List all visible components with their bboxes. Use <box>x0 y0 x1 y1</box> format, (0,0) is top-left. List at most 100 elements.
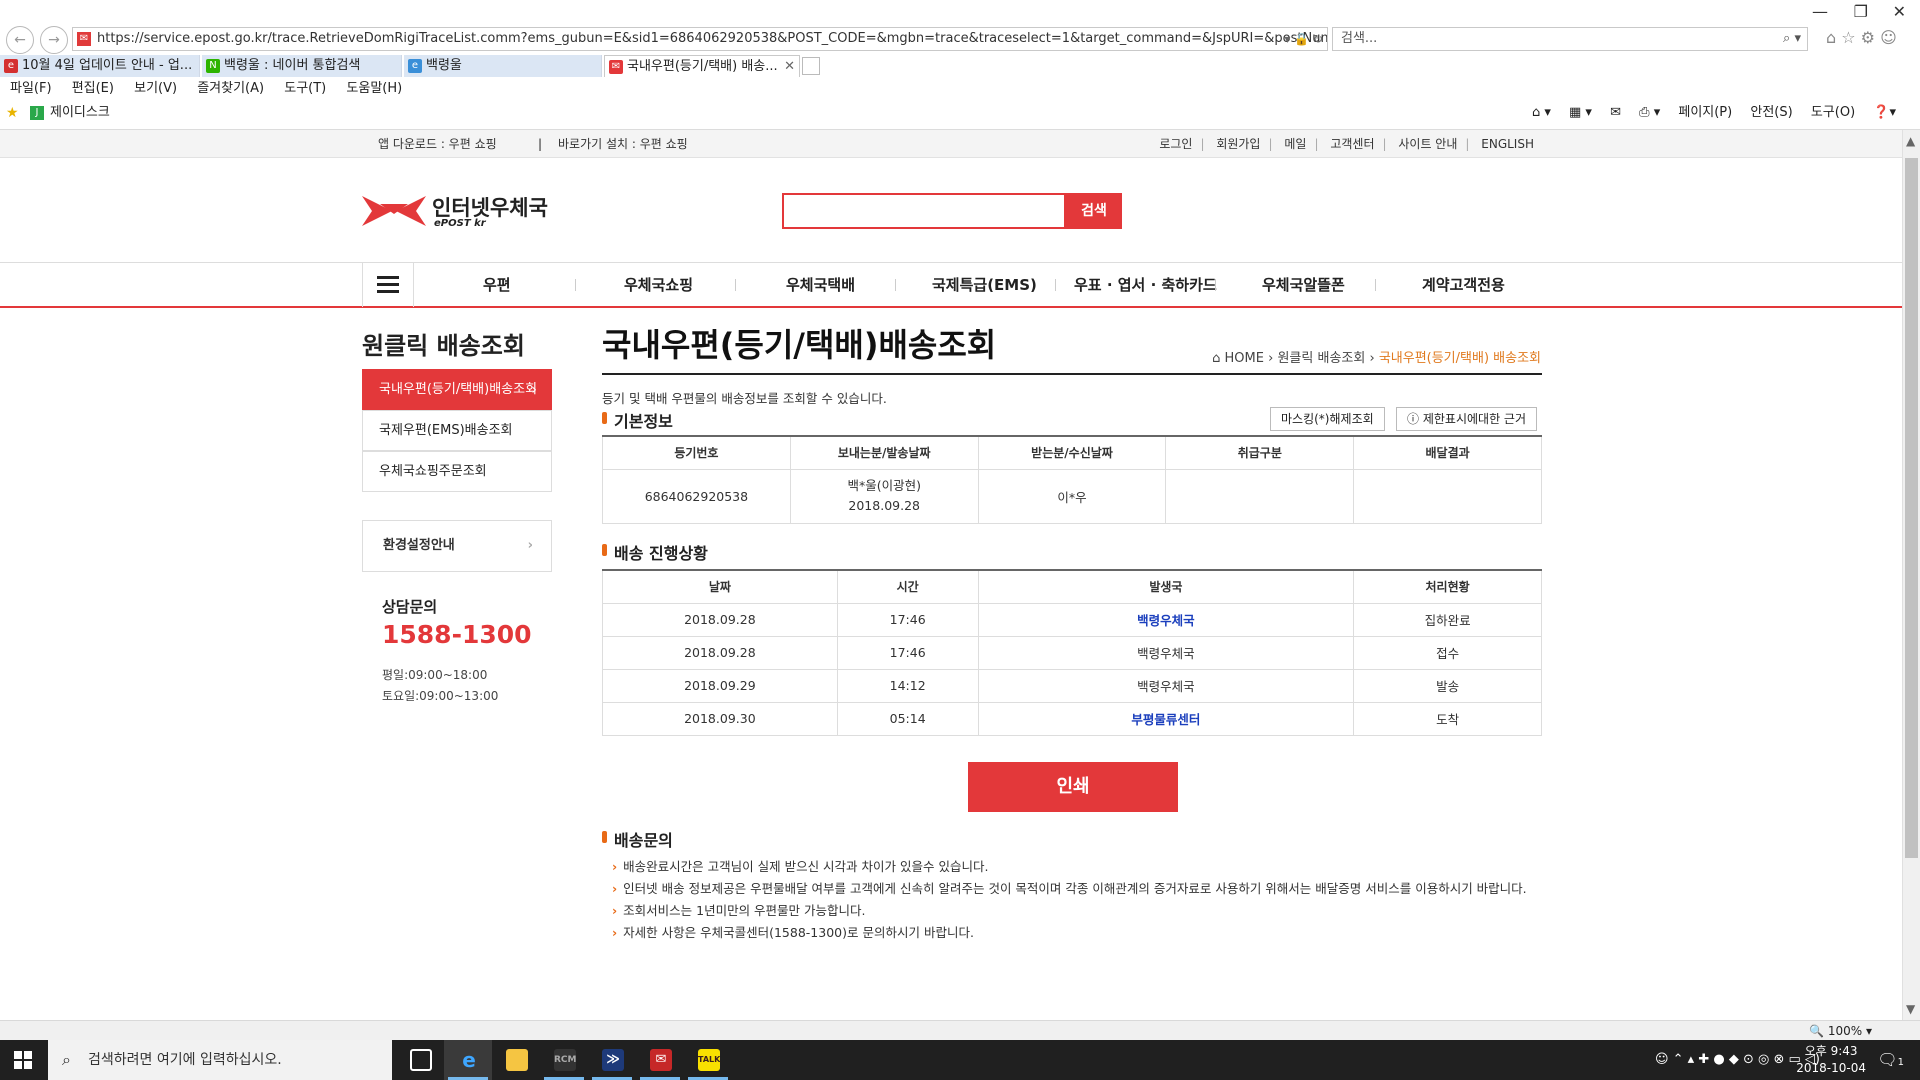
shortcut-install[interactable]: 바로가기 설치 : 우편 쇼핑 <box>558 130 688 158</box>
note-item: 조회서비스는 1년미만의 우편물만 가능합니다. <box>612 900 865 919</box>
favorite-link[interactable]: 제이디스크 <box>50 102 110 124</box>
print-icon[interactable]: ⎙ ▾ <box>1639 105 1660 120</box>
gnb-mobile[interactable]: 우체국알뜰폰 <box>1262 263 1345 307</box>
taskbar: ⌕ 검색하려면 여기에 입력하십시오. e RCM ≫ ✉ TALK ☺ ⌃ ▴… <box>0 1040 1920 1080</box>
cmd-safety[interactable]: 안전(S) <box>1750 105 1792 120</box>
gnb-sep <box>1215 279 1216 291</box>
env-settings-link[interactable]: 환경설정안내 › <box>362 520 552 572</box>
taskbar-ie[interactable]: e <box>444 1040 492 1080</box>
english-link[interactable]: ENGLISH <box>1481 137 1534 151</box>
zoom-level[interactable]: 🔍 100% ▾ <box>1809 1021 1872 1041</box>
forward-button[interactable]: → <box>40 26 68 54</box>
address-bar[interactable]: ✉ https://service.epost.go.kr/trace.Retr… <box>72 27 1328 51</box>
crumb-home[interactable]: HOME <box>1225 351 1264 366</box>
mail-link[interactable]: 메일 <box>1284 137 1306 151</box>
menu-file[interactable]: 파일(F) <box>10 81 52 96</box>
tab-4-active[interactable]: ✉ 국내우편(등기/택배) 배송... ✕ <box>604 55 800 77</box>
close-icon[interactable]: ✕ <box>1893 2 1906 21</box>
back-button[interactable]: ← <box>6 26 34 54</box>
gnb-ems[interactable]: 국제특급(EMS) <box>932 263 1037 307</box>
scroll-up-icon[interactable]: ▲ <box>1906 134 1915 148</box>
taskbar-search-placeholder: 검색하려면 여기에 입력하십시오. <box>88 1052 282 1068</box>
gnb-post[interactable]: 우편 <box>483 263 511 307</box>
crumb-mid[interactable]: 원클릭 배송조회 <box>1277 351 1365 366</box>
home-star-gear-icons[interactable]: ⌂ ☆ ⚙ ☺ <box>1826 28 1897 47</box>
taskbar-search-input[interactable]: ⌕ 검색하려면 여기에 입력하십시오. <box>48 1040 392 1080</box>
minimize-icon[interactable]: — <box>1812 2 1828 21</box>
login-link[interactable]: 로그인 <box>1159 137 1192 151</box>
new-tab-button[interactable] <box>802 57 820 75</box>
lnb-ems[interactable]: 국제우편(EMS)배송조회 <box>362 410 552 451</box>
status-bar: 🔍 100% ▾ <box>0 1020 1920 1040</box>
system-tray[interactable]: ☺ ⌃ ▴ ✚ ● ◆ ⊙ ◎ ⊗ ▭ ◁) <box>1655 1052 1820 1067</box>
chevron-right-icon: › <box>531 382 537 398</box>
gnb-parcel[interactable]: 우체국택배 <box>786 263 855 307</box>
gnb-sep <box>1055 279 1056 291</box>
taskbar-app-5[interactable]: ≫ <box>588 1040 636 1080</box>
address-controls-icon[interactable]: ▾ 🔒 ↻ <box>1284 28 1323 50</box>
progress-heading: 배송 진행상황 <box>602 540 708 564</box>
mask-release-button[interactable]: 마스킹(*)해제조회 <box>1270 407 1385 431</box>
gnb-shopping[interactable]: 우체국쇼핑 <box>624 263 693 307</box>
favorites-star-icon[interactable]: ★ <box>6 102 19 124</box>
people-icon[interactable]: ☺ ⌃ <box>1655 1052 1684 1067</box>
menu-favorites[interactable]: 즐겨찾기(A) <box>197 81 264 96</box>
cmd-page[interactable]: 페이지(P) <box>1678 105 1732 120</box>
cell-number: 6864062920538 <box>602 468 791 524</box>
print-button[interactable]: 인쇄 <box>968 762 1178 812</box>
site-search-input[interactable] <box>782 193 1066 229</box>
taskbar-app-6[interactable]: ✉ <box>636 1040 684 1080</box>
task-view-button[interactable] <box>396 1040 444 1080</box>
search-icon[interactable]: ⌕ ▾ <box>1783 28 1801 50</box>
tab-close-icon[interactable]: ✕ <box>784 56 795 77</box>
lnb-domestic[interactable]: 국내우편(등기/택배)배송조회 › <box>362 369 552 410</box>
notification-icon[interactable]: 🗨1 <box>1877 1050 1904 1069</box>
scroll-down-icon[interactable]: ▼ <box>1906 1002 1915 1016</box>
site-guide-link[interactable]: 사이트 안내 <box>1398 137 1457 151</box>
menu-tools[interactable]: 도구(T) <box>284 81 326 96</box>
cell-date: 2018.09.29 <box>602 668 838 703</box>
customer-center-link[interactable]: 고객센터 <box>1330 137 1374 151</box>
tab-3[interactable]: e 백령울 <box>404 55 602 77</box>
signup-link[interactable]: 회원가입 <box>1216 137 1260 151</box>
help-icon[interactable]: ❓▾ <box>1873 105 1896 120</box>
feeds-icon[interactable]: ▦ ▾ <box>1569 105 1592 120</box>
page-scrollbar[interactable]: ▲ ▼ <box>1902 130 1920 1020</box>
scroll-thumb[interactable] <box>1905 158 1918 858</box>
search-icon: ⌕ <box>62 1050 71 1069</box>
mail-icon[interactable]: ✉ <box>1610 105 1621 120</box>
menu-view[interactable]: 보기(V) <box>134 81 177 96</box>
gnb-contract[interactable]: 계약고객전용 <box>1422 263 1505 307</box>
cell-office: 백령우체국 <box>977 602 1355 637</box>
taskbar-clock[interactable]: 오후 9:43 2018-10-04 <box>1796 1043 1866 1077</box>
cell-office: 부평물류센터 <box>977 701 1355 736</box>
epost-logo[interactable]: 인터넷우체국 ePOST kr <box>362 188 552 238</box>
restriction-reason-button[interactable]: ⓘ 제한표시에대한 근거 <box>1396 407 1538 431</box>
restore-icon[interactable]: ❐ <box>1854 2 1868 21</box>
tab-2[interactable]: N 백령울 : 네이버 통합검색 <box>202 55 402 77</box>
office-link[interactable]: 백령우체국 <box>1137 613 1195 628</box>
gnb-stamps[interactable]: 우표 · 엽서 · 축하카드 <box>1074 263 1217 307</box>
tray-app-icons[interactable]: ▴ ✚ ● ◆ ⊙ ◎ ⊗ <box>1688 1052 1789 1067</box>
browser-search-input[interactable]: 검색... ⌕ ▾ <box>1332 27 1808 51</box>
cmd-tools[interactable]: 도구(O) <box>1811 105 1855 120</box>
lnb-shopping[interactable]: 우체국쇼핑주문조회 <box>362 451 552 492</box>
table-header-row: 등기번호 보내는분/발송날짜 받는분/수신날짜 취급구분 배달결과 <box>602 437 1542 470</box>
site-search-button[interactable]: 검색 <box>1066 193 1122 229</box>
tab-1[interactable]: e 10월 4일 업데이트 안내 - 업... <box>0 55 200 77</box>
taskbar-explorer[interactable] <box>492 1040 540 1080</box>
table-row: 2018.09.30 05:14 부평물류센터 도착 <box>602 701 1542 736</box>
menu-edit[interactable]: 편집(E) <box>72 81 114 96</box>
app-icon: ≫ <box>602 1049 624 1071</box>
home-icon[interactable]: ⌂ ▾ <box>1532 105 1551 120</box>
hamburger-menu-button[interactable] <box>362 263 414 307</box>
app-download[interactable]: 앱 다운로드 : 우편 쇼핑 <box>378 130 497 158</box>
menu-help[interactable]: 도움말(H) <box>346 81 402 96</box>
windows-start-icon[interactable] <box>14 1051 32 1069</box>
inquiry-heading: 배송문의 <box>602 827 673 851</box>
taskbar-kakaotalk[interactable]: TALK <box>684 1040 732 1080</box>
office-link[interactable]: 부평물류센터 <box>1131 712 1200 727</box>
taskbar-app-4[interactable]: RCM <box>540 1040 588 1080</box>
info-icon: ⓘ <box>1407 412 1423 426</box>
gnb-sep <box>895 279 896 291</box>
